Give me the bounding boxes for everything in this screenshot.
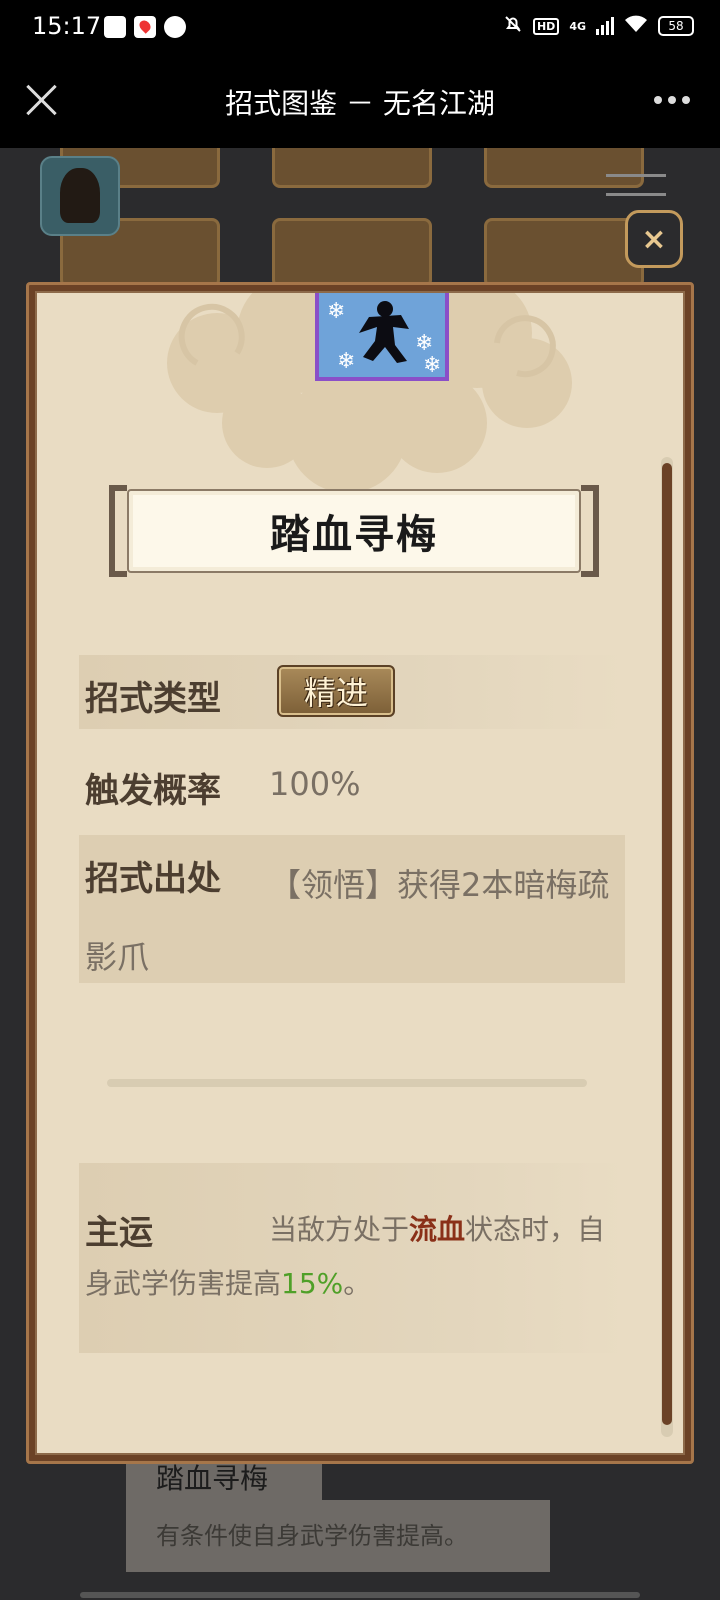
bg-skill-tile [484,218,644,288]
bg-skill-tile [272,218,432,288]
tooltip-description: 有条件使自身武学伤害提高。 [126,1500,550,1572]
trigger-rate-row: 触发概率 100% [79,747,625,821]
skill-detail-modal: ❄ ❄ ❄ ❄ 踏血寻梅 招式类型 精进 触发概率 100% 招式出处 【领悟】… [26,282,694,1464]
modal-content: ❄ ❄ ❄ ❄ 踏血寻梅 招式类型 精进 触发概率 100% 招式出处 【领悟】… [35,291,685,1455]
skill-icon: ❄ ❄ ❄ ❄ [315,293,449,381]
bracket-right [581,485,599,577]
damage-percent: 15% [281,1267,344,1300]
skill-type-row: 招式类型 精进 [79,655,625,729]
hd-badge: HD [532,17,560,35]
scrollbar[interactable] [661,457,673,1437]
page-title: 招式图鉴 － 无名江湖 [225,87,495,120]
wifi-icon [624,15,648,37]
skill-name: 踏血寻梅 [127,489,581,573]
bleed-keyword: 流血 [409,1213,466,1246]
mute-bell-icon [503,14,523,38]
tooltip-title: 踏血寻梅 [126,1458,322,1500]
battery-icon: 58 [658,16,694,36]
ninja-silhouette-icon [359,301,409,363]
main-effect-text: 当敌方处于流血状态时，自身武学伤害提高15%。 [85,1203,621,1311]
snowflake-icon: ❄ [423,353,442,378]
status-bar: 15:17 HD 4G 58 [0,0,720,56]
skill-type-badge: 精进 [277,665,395,717]
section-divider [107,1079,587,1087]
skill-source-value: 【领悟】获得2本暗梅疏影爪 [85,866,610,976]
status-time: 15:17 [32,12,102,40]
bracket-left [109,485,127,577]
skill-name-plate: 踏血寻梅 [109,485,599,577]
network-type: 4G [569,19,586,33]
snowflake-icon: ❄ [415,331,434,356]
scrollbar-thumb[interactable] [662,463,672,1425]
signal-icon [596,17,614,35]
snowflake-icon: ❄ [337,349,356,374]
effect-text-part: 当敌方处于 [269,1213,410,1246]
chat-bubble-icon [164,16,186,38]
app-notification-icon [104,16,126,38]
skill-source-row: 招式出处 【领悟】获得2本暗梅疏影爪 [79,835,625,983]
effect-text-part: 。 [343,1267,372,1300]
menu-icon [606,174,666,212]
title-bar: 招式图鉴 － 无名江湖 [0,56,720,148]
player-avatar [40,156,120,236]
trigger-rate-value: 100% [269,765,361,803]
bottom-divider [80,1592,640,1598]
trigger-rate-label: 触发概率 [85,771,221,811]
map-app-icon [134,16,156,38]
more-options-icon[interactable] [654,96,690,104]
snowflake-icon: ❄ [327,299,346,324]
skill-type-label: 招式类型 [85,679,221,719]
status-indicators: HD 4G 58 [503,14,694,38]
modal-close-button[interactable]: × [625,210,683,268]
notification-icons [104,16,186,38]
bg-skill-tile [272,148,432,188]
main-effect-row: 主运 当敌方处于流血状态时，自身武学伤害提高15%。 [79,1163,625,1353]
